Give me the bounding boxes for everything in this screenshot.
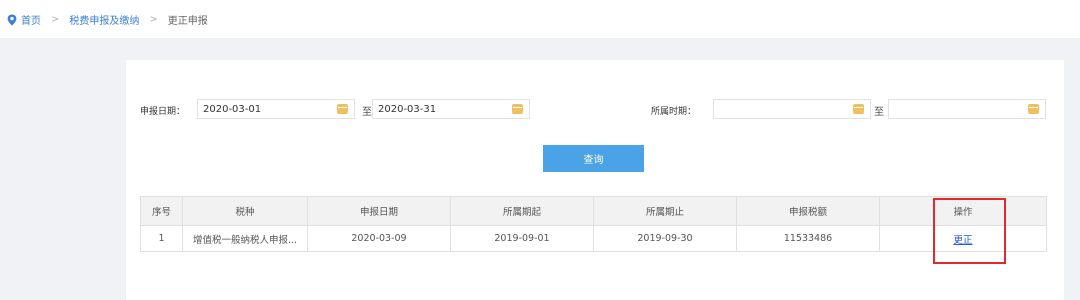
calendar-icon[interactable] <box>853 104 864 114</box>
query-button[interactable]: 查询 <box>543 145 644 172</box>
period-from-input[interactable] <box>713 99 871 119</box>
column-header-tax-type: 税种 <box>182 196 308 226</box>
to-label: 至 <box>362 107 372 118</box>
declare-date-label: 申报日期： <box>140 107 186 117</box>
calendar-icon[interactable] <box>337 104 348 114</box>
top-bar: 首页 > 税费申报及缴纳 > 更正申报 <box>0 0 1080 38</box>
calendar-icon[interactable] <box>1028 104 1039 114</box>
period-to-input[interactable] <box>888 99 1046 119</box>
cell-period-start: 2019-09-01 <box>450 225 594 252</box>
column-header-period-start: 所属期起 <box>450 196 594 226</box>
breadcrumb: 首页 > 税费申报及缴纳 > 更正申报 <box>6 12 208 27</box>
query-panel: 申报日期： 2020-03-01 至 2020-03-31 所属时期： 至 查询… <box>126 60 1064 300</box>
column-header-declare-date: 申报日期 <box>307 196 451 226</box>
declare-date-to-input[interactable]: 2020-03-31 <box>372 99 530 119</box>
breadcrumb-separator: > <box>149 14 158 25</box>
cell-period-end: 2019-09-30 <box>593 225 737 252</box>
declare-date-from-input[interactable]: 2020-03-01 <box>197 99 355 119</box>
breadcrumb-separator: > <box>51 14 60 25</box>
highlight-box <box>933 198 1006 264</box>
calendar-icon[interactable] <box>512 104 523 114</box>
cell-tax-type: 增值税一般纳税人申报... <box>182 225 308 252</box>
column-header-amount: 申报税额 <box>736 196 880 226</box>
cell-declare-date: 2020-03-09 <box>307 225 451 252</box>
cell-amount: 11533486 <box>736 225 880 252</box>
declare-date-to-value: 2020-03-31 <box>378 104 437 115</box>
cell-index: 1 <box>140 225 183 252</box>
column-header-period-end: 所属期止 <box>593 196 737 226</box>
table-row: 1 增值税一般纳税人申报... 2020-03-09 2019-09-01 20… <box>140 225 1047 252</box>
table-header-row: 序号 税种 申报日期 所属期起 所属期止 申报税额 操作 <box>140 196 1047 226</box>
breadcrumb-home[interactable]: 首页 <box>21 12 41 27</box>
declaration-table: 序号 税种 申报日期 所属期起 所属期止 申报税额 操作 1 增值税一般纳税人申… <box>140 196 1047 252</box>
breadcrumb-current: 更正申报 <box>167 16 208 27</box>
declare-date-from-value: 2020-03-01 <box>203 104 262 115</box>
column-header-index: 序号 <box>140 196 183 226</box>
location-pin-icon <box>7 14 17 25</box>
period-label: 所属时期： <box>651 107 697 117</box>
to-label: 至 <box>874 107 884 118</box>
breadcrumb-section[interactable]: 税费申报及缴纳 <box>69 12 139 27</box>
